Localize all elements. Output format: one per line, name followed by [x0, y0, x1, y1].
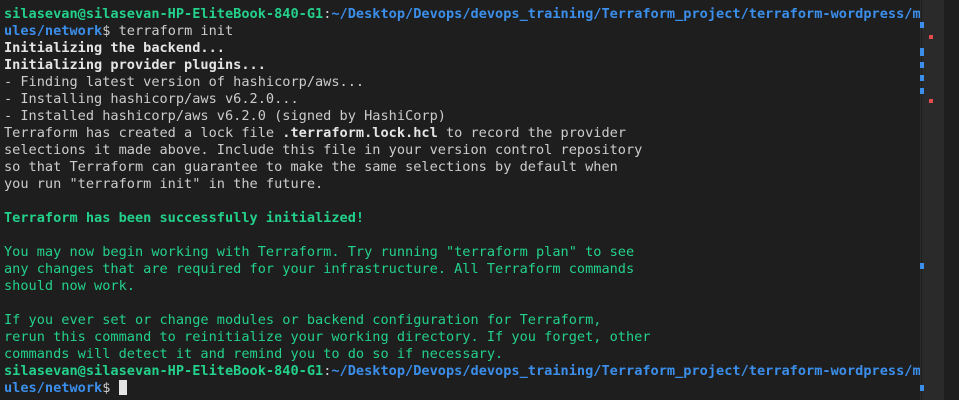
next-steps-line: any changes that are required for your i…	[4, 261, 635, 277]
next-steps-line: You may now begin working with Terraform…	[4, 244, 635, 260]
prompt-path: ~/Desktop/Devops/devops_training/Terrafo…	[331, 6, 920, 22]
prompt-user-host: silasevan@silasevan-HP-EliteBook-840-G1	[4, 6, 324, 22]
command-text: terraform init	[110, 23, 234, 39]
prompt-path-continued: ules/network	[4, 23, 103, 39]
scroll-marker-blue	[920, 62, 924, 68]
init-plugins-line: Initializing provider plugins...	[4, 57, 266, 73]
scroll-marker-blue	[920, 385, 924, 391]
plugin-line: - Finding latest version of hashicorp/aw…	[4, 74, 365, 90]
lock-file-name: .terraform.lock.hcl	[282, 125, 438, 141]
prompt-line-2-cont[interactable]: ules/network$	[4, 380, 920, 397]
reinit-line: commands will detect it and remind you t…	[4, 346, 504, 362]
prompt-line-1: silasevan@silasevan-HP-EliteBook-840-G1:…	[4, 6, 920, 23]
scroll-marker-blue	[920, 263, 924, 269]
init-backend-line: Initializing the backend...	[4, 40, 225, 56]
prompt-line-1-cont: ules/network$ terraform init	[4, 23, 920, 40]
next-steps-line: should now work.	[4, 278, 135, 294]
prompt-line-2: silasevan@silasevan-HP-EliteBook-840-G1:…	[4, 363, 920, 380]
lock-info-line: selections it made above. Include this f…	[4, 142, 643, 158]
lock-line-pre: Terraform has created a lock file	[4, 125, 283, 141]
lock-line-post: to record the provider	[437, 125, 627, 141]
panel-divider	[920, 0, 921, 400]
scroll-marker-blue	[920, 88, 924, 94]
scrollbar-area[interactable]	[920, 0, 959, 400]
prompt-path: ~/Desktop/Devops/devops_training/Terrafo…	[331, 363, 920, 379]
scroll-marker-blue	[920, 48, 924, 56]
scroll-marker-red	[929, 99, 933, 103]
lock-info-line: you run "terraform init" in the future.	[4, 176, 324, 192]
plugin-line: - Installed hashicorp/aws v6.2.0 (signed…	[4, 108, 446, 124]
terminal-cursor	[118, 380, 127, 395]
reinit-line: rerun this command to reinitialize your …	[4, 329, 651, 345]
scrollbar-thumb[interactable]	[922, 0, 944, 400]
lock-info-line: so that Terraform can guarantee to make …	[4, 159, 618, 175]
terminal-output: silasevan@silasevan-HP-EliteBook-840-G1:…	[4, 6, 920, 397]
terminal-panel[interactable]: silasevan@silasevan-HP-EliteBook-840-G1:…	[0, 0, 920, 400]
lock-file-line: Terraform has created a lock file .terra…	[4, 125, 920, 142]
scroll-marker-blue	[920, 22, 924, 28]
success-message: Terraform has been successfully initiali…	[4, 210, 365, 226]
scroll-marker-red	[929, 35, 933, 39]
scroll-marker-blue	[920, 75, 924, 81]
plugin-line: - Installing hashicorp/aws v6.2.0...	[4, 91, 299, 107]
reinit-line: If you ever set or change modules or bac…	[4, 312, 602, 328]
prompt-path-continued: ules/network	[4, 380, 103, 396]
prompt-user-host: silasevan@silasevan-HP-EliteBook-840-G1	[4, 363, 324, 379]
